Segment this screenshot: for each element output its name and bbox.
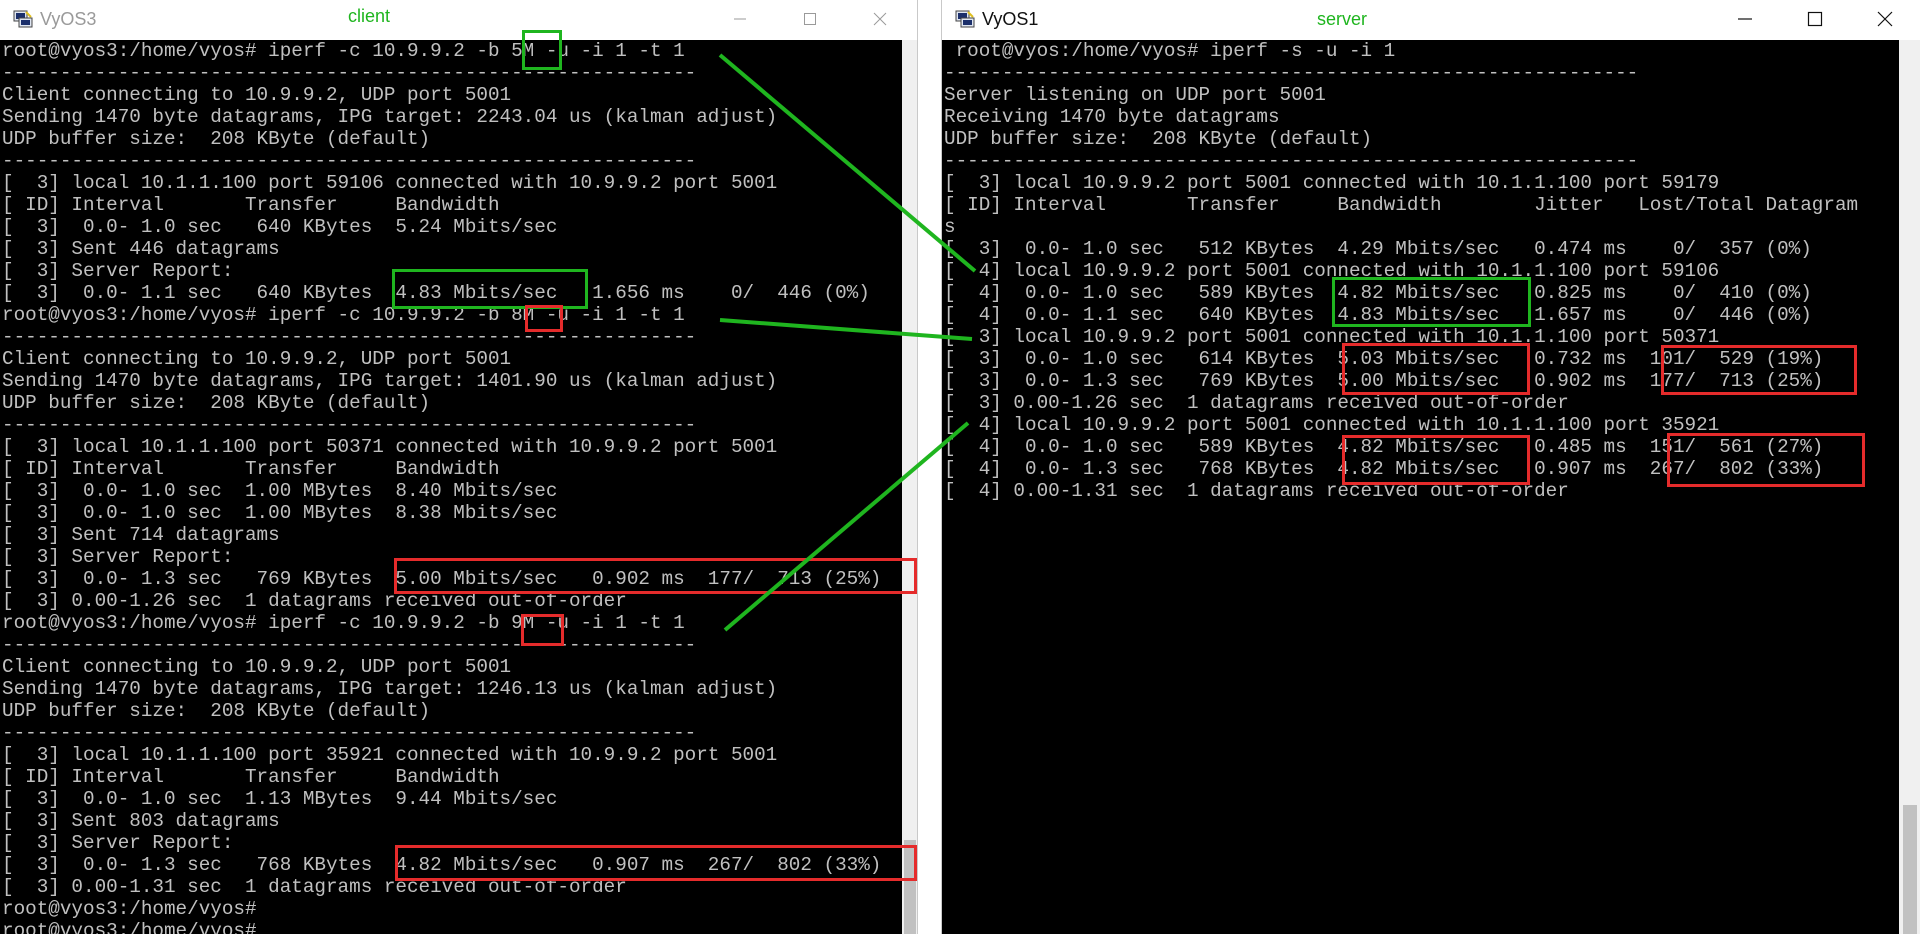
server-maximize-button[interactable] <box>1780 0 1850 38</box>
client-terminal[interactable]: root@vyos3:/home/vyos# iperf -c 10.9.9.2… <box>0 40 904 934</box>
terminal-line: root@vyos3:/home/vyos# <box>2 920 269 934</box>
terminal-line: [ 4] local 10.9.9.2 port 5001 connected … <box>944 260 1720 282</box>
terminal-line: ----------------------------------------… <box>2 326 697 348</box>
terminal-line: [ 3] Sent 446 datagrams <box>2 238 280 260</box>
terminal-line: ----------------------------------------… <box>2 722 697 744</box>
terminal-line: [ 4] 0.0- 1.0 sec 589 KBytes 4.82 Mbits/… <box>944 282 1812 304</box>
terminal-line: [ 4] 0.0- 1.3 sec 768 KBytes 4.82 Mbits/… <box>944 458 1824 480</box>
terminal-line: Sending 1470 byte datagrams, IPG target:… <box>2 106 778 128</box>
putty-icon <box>955 10 975 28</box>
terminal-line: [ 3] local 10.1.1.100 port 50371 connect… <box>2 436 778 458</box>
terminal-line: ----------------------------------------… <box>944 150 1639 172</box>
terminal-line: [ 3] 0.0- 1.0 sec 1.13 MBytes 9.44 Mbits… <box>2 788 558 810</box>
terminal-line: Client connecting to 10.9.9.2, UDP port … <box>2 656 512 678</box>
terminal-line: [ 3] 0.0- 1.3 sec 769 KBytes 5.00 Mbits/… <box>944 370 1824 392</box>
terminal-line: [ 3] 0.0- 1.0 sec 614 KBytes 5.03 Mbits/… <box>944 348 1824 370</box>
terminal-line: [ 3] Server Report: <box>2 546 234 568</box>
terminal-line: [ 3] Server Report: <box>2 260 234 282</box>
terminal-line: UDP buffer size: 208 KByte (default) <box>2 128 431 150</box>
terminal-line: [ 3] 0.0- 1.3 sec 768 KBytes 4.82 Mbits/… <box>2 854 882 876</box>
client-scroll-thumb[interactable] <box>904 840 916 934</box>
server-scrollbar[interactable] <box>1899 40 1920 934</box>
terminal-line: [ 3] 0.0- 1.0 sec 512 KBytes 4.29 Mbits/… <box>944 238 1812 260</box>
terminal-line: [ 3] 0.0- 1.0 sec 1.00 MBytes 8.40 Mbits… <box>2 480 558 502</box>
minimize-icon <box>1738 18 1752 20</box>
maximize-icon <box>1807 11 1823 27</box>
terminal-line: [ 4] 0.00-1.31 sec 1 datagrams received … <box>944 480 1569 502</box>
terminal-line: [ ID] Interval Transfer Bandwidth Jitter… <box>944 194 1859 216</box>
minimize-icon <box>734 18 746 20</box>
terminal-line: [ 3] 0.00-1.26 sec 1 datagrams received … <box>2 590 627 612</box>
terminal-line: [ 3] Sent 803 datagrams <box>2 810 280 832</box>
terminal-line: Client connecting to 10.9.9.2, UDP port … <box>2 84 512 106</box>
terminal-line: Client connecting to 10.9.9.2, UDP port … <box>2 348 512 370</box>
terminal-line: [ 3] 0.0- 1.0 sec 1.00 MBytes 8.38 Mbits… <box>2 502 558 524</box>
terminal-line: [ 3] Sent 714 datagrams <box>2 524 280 546</box>
terminal-line: [ 3] local 10.1.1.100 port 59106 connect… <box>2 172 778 194</box>
client-role-label: client <box>348 6 391 26</box>
terminal-line: [ ID] Interval Transfer Bandwidth <box>2 766 500 788</box>
client-scrollbar[interactable] <box>902 40 917 934</box>
server-close-button[interactable] <box>1850 0 1920 38</box>
terminal-line: [ 3] 0.0- 1.3 sec 769 KBytes 5.00 Mbits/… <box>2 568 882 590</box>
server-terminal[interactable]: root@vyos:/home/vyos# iperf -s -u -i 1 --… <box>942 40 1900 934</box>
terminal-line: [ 3] local 10.9.9.2 port 5001 connected … <box>944 172 1720 194</box>
server-role-label: server <box>1317 9 1368 29</box>
terminal-line: Server listening on UDP port 5001 <box>944 84 1326 106</box>
client-close-button[interactable] <box>845 0 915 38</box>
terminal-line: s <box>944 216 956 238</box>
terminal-line: UDP buffer size: 208 KByte (default) <box>2 392 431 414</box>
terminal-line: [ 3] 0.0- 1.0 sec 640 KBytes 5.24 Mbits/… <box>2 216 558 238</box>
terminal-line: ----------------------------------------… <box>2 414 697 436</box>
terminal-line: ----------------------------------------… <box>944 62 1639 84</box>
server-window-title: VyOS1 <box>982 9 1039 29</box>
terminal-line: Sending 1470 byte datagrams, IPG target:… <box>2 370 778 392</box>
terminal-line: root@vyos3:/home/vyos# iperf -c 10.9.9.2… <box>2 40 685 62</box>
client-minimize-button[interactable] <box>705 0 775 38</box>
terminal-line: root@vyos:/home/vyos# iperf -s -u -i 1 <box>944 40 1396 62</box>
server-window[interactable]: VyOS1 server root@vyos:/home/vyos# iperf… <box>941 0 1920 934</box>
server-minimize-button[interactable] <box>1710 0 1780 38</box>
terminal-line: [ ID] Interval Transfer Bandwidth <box>2 458 500 480</box>
client-window-title: VyOS3 <box>40 9 97 29</box>
server-scroll-thumb[interactable] <box>1903 805 1917 934</box>
terminal-line: root@vyos3:/home/vyos# iperf -c 10.9.9.2… <box>2 612 685 634</box>
terminal-line: Receiving 1470 byte datagrams <box>944 106 1280 128</box>
terminal-line: UDP buffer size: 208 KByte (default) <box>944 128 1373 150</box>
client-titlebar[interactable]: VyOS3 client <box>0 0 917 40</box>
putty-icon <box>13 10 33 28</box>
maximize-icon <box>804 13 816 25</box>
terminal-line: [ 4] 0.0- 1.0 sec 589 KBytes 4.82 Mbits/… <box>944 436 1824 458</box>
terminal-line: ----------------------------------------… <box>2 150 697 172</box>
terminal-line: [ 4] 0.0- 1.1 sec 640 KBytes 4.83 Mbits/… <box>944 304 1812 326</box>
terminal-line: [ 3] local 10.9.9.2 port 5001 connected … <box>944 326 1720 348</box>
terminal-line: [ 3] 0.00-1.31 sec 1 datagrams received … <box>2 876 627 898</box>
terminal-line: root@vyos3:/home/vyos# iperf -c 10.9.9.2… <box>2 304 685 326</box>
terminal-line: root@vyos3:/home/vyos# <box>2 898 269 920</box>
terminal-line: [ 4] local 10.9.9.2 port 5001 connected … <box>944 414 1720 436</box>
terminal-line: [ 3] local 10.1.1.100 port 35921 connect… <box>2 744 778 766</box>
client-maximize-button[interactable] <box>775 0 845 38</box>
terminal-line: ----------------------------------------… <box>2 634 697 656</box>
terminal-line: [ ID] Interval Transfer Bandwidth <box>2 194 500 216</box>
client-window[interactable]: VyOS3 client root@vyos3:/home/vyos# iper… <box>0 0 918 934</box>
terminal-line: [ 3] Server Report: <box>2 832 234 854</box>
terminal-line: [ 3] 0.0- 1.1 sec 640 KBytes 4.83 Mbits/… <box>2 282 870 304</box>
terminal-line: ----------------------------------------… <box>2 62 697 84</box>
terminal-line: [ 3] 0.00-1.26 sec 1 datagrams received … <box>944 392 1569 414</box>
terminal-line: UDP buffer size: 208 KByte (default) <box>2 700 431 722</box>
close-icon <box>873 12 887 26</box>
server-titlebar[interactable]: VyOS1 server <box>942 0 1920 40</box>
terminal-line: Sending 1470 byte datagrams, IPG target:… <box>2 678 778 700</box>
close-icon <box>1877 11 1893 27</box>
